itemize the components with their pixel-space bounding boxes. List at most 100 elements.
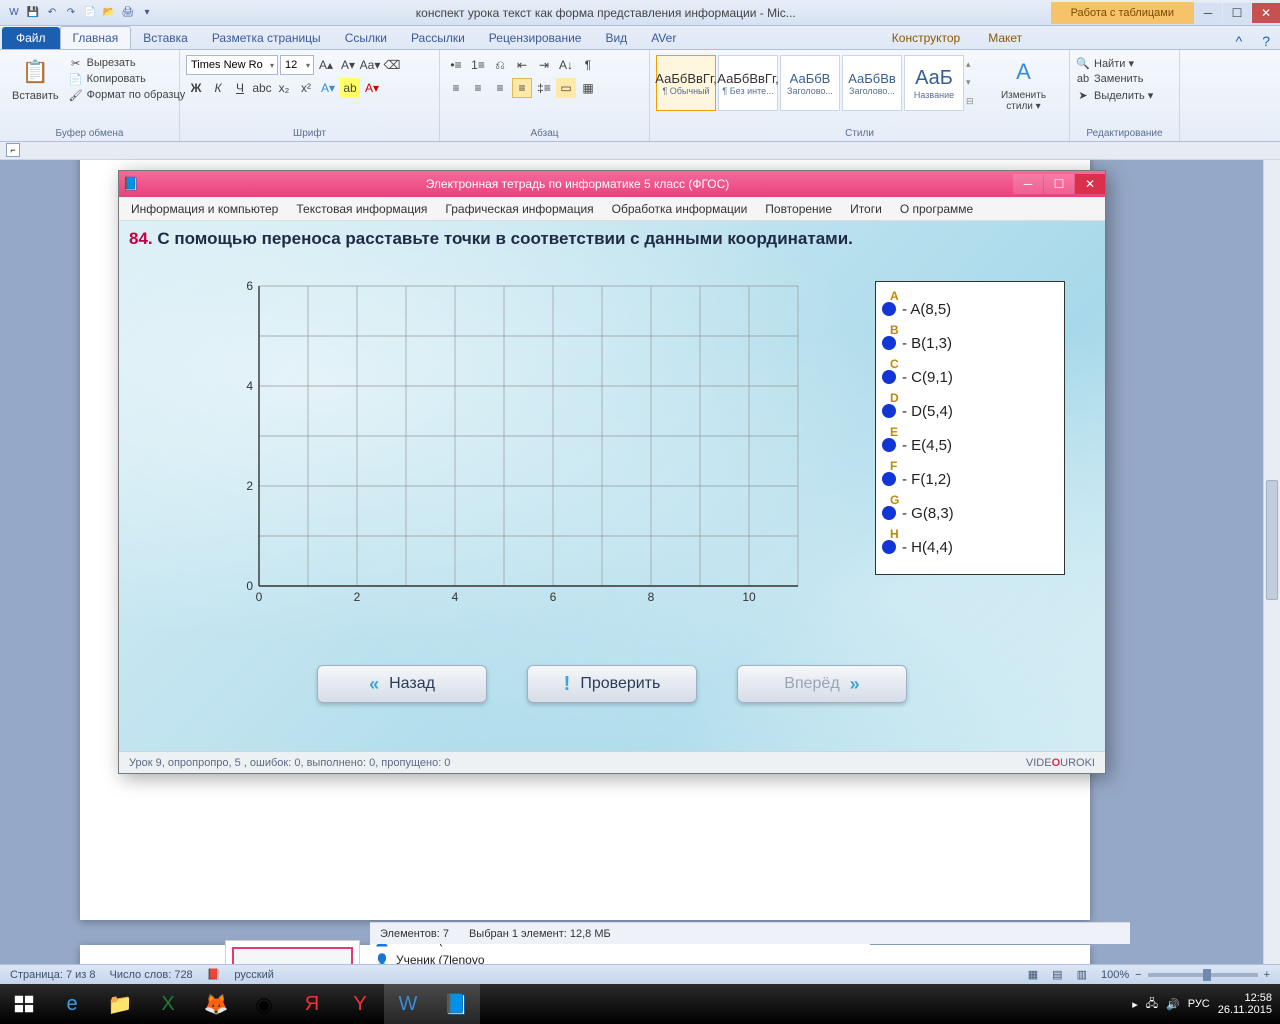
grow-font-icon[interactable]: A▴ (316, 55, 336, 75)
check-button[interactable]: !Проверить (527, 665, 697, 703)
taskbar-app[interactable]: 📘 (432, 984, 480, 1024)
format-painter-button[interactable]: 🖌Формат по образцу (69, 88, 186, 102)
copy-button[interactable]: 📄Копировать (69, 72, 186, 86)
selection-mode-icon[interactable]: ⌐ (6, 143, 20, 157)
taskbar-word[interactable]: W (384, 984, 432, 1024)
coordinate-grid[interactable]: 0246810 0246 (239, 276, 799, 606)
vertical-scrollbar[interactable] (1263, 160, 1280, 1004)
zoom-in-icon[interactable]: + (1264, 969, 1270, 981)
tab-view[interactable]: Вид (593, 27, 639, 49)
style-heading1[interactable]: АаБбВЗаголово... (780, 55, 840, 111)
underline-button[interactable]: Ч (230, 78, 250, 98)
app-maximize-button[interactable]: ☐ (1044, 174, 1074, 194)
styles-up-icon[interactable]: ▴ (966, 59, 980, 70)
open-icon[interactable]: 📂 (101, 5, 117, 21)
taskbar-firefox[interactable]: 🦊 (192, 984, 240, 1024)
font-color-icon[interactable]: A▾ (362, 78, 382, 98)
new-icon[interactable]: 📄 (82, 5, 98, 21)
app-menu-item[interactable]: Повторение (765, 202, 832, 216)
status-wordcount[interactable]: Число слов: 728 (110, 969, 193, 981)
replace-button[interactable]: abЗаменить (1076, 72, 1153, 86)
minimize-button[interactable]: ─ (1194, 3, 1222, 23)
justify-icon[interactable]: ≡ (512, 78, 532, 98)
file-tab[interactable]: Файл (2, 27, 60, 49)
indent-dec-icon[interactable]: ⇤ (512, 55, 532, 75)
tab-layout[interactable]: Разметка страницы (200, 27, 333, 49)
indent-inc-icon[interactable]: ⇥ (534, 55, 554, 75)
tab-insert[interactable]: Вставка (131, 27, 200, 49)
spell-icon[interactable]: 📕 (207, 968, 221, 981)
point-dot[interactable]: A (882, 302, 896, 316)
status-language[interactable]: русский (234, 969, 273, 981)
shrink-font-icon[interactable]: A▾ (338, 55, 358, 75)
forward-button[interactable]: Вперёд» (737, 665, 907, 703)
taskbar-chrome[interactable]: ◉ (240, 984, 288, 1024)
styles-down-icon[interactable]: ▾ (966, 77, 980, 88)
style-title[interactable]: АаБНазвание (904, 55, 964, 111)
zoom-pct[interactable]: 100% (1101, 969, 1129, 981)
tab-home[interactable]: Главная (60, 26, 132, 49)
cut-button[interactable]: ✂Вырезать (69, 56, 186, 70)
tray-flag-icon[interactable]: ▸ (1132, 998, 1138, 1011)
text-effects-icon[interactable]: A▾ (318, 78, 338, 98)
point-dot[interactable]: G (882, 506, 896, 520)
tab-mailings[interactable]: Рассылки (399, 27, 477, 49)
paste-button[interactable]: 📋 Вставить (6, 52, 65, 106)
tab-ctx-layout[interactable]: Макет (974, 27, 1036, 49)
borders-icon[interactable]: ▦ (578, 78, 598, 98)
view-read-icon[interactable]: ▤ (1052, 968, 1062, 981)
numbering-icon[interactable]: 1≡ (468, 55, 488, 75)
shading-icon[interactable]: ▭ (556, 78, 576, 98)
tab-ctx-design[interactable]: Конструктор (878, 27, 974, 49)
tray-clock[interactable]: 12:58 26.11.2015 (1218, 992, 1272, 1016)
app-menu-item[interactable]: Текстовая информация (296, 202, 427, 216)
strike-button[interactable]: abc (252, 78, 272, 98)
maximize-button[interactable]: ☐ (1223, 3, 1251, 23)
change-case-icon[interactable]: Aa▾ (360, 55, 380, 75)
taskbar-yandex2[interactable]: Y (336, 984, 384, 1024)
app-close-button[interactable]: ✕ (1075, 174, 1105, 194)
select-button[interactable]: ➤Выделить ▾ (1076, 88, 1153, 102)
style-normal[interactable]: АаБбВвГг,¶ Обычный (656, 55, 716, 111)
bullets-icon[interactable]: •≡ (446, 55, 466, 75)
point-dot[interactable]: E (882, 438, 896, 452)
superscript-button[interactable]: x² (296, 78, 316, 98)
style-nospacing[interactable]: АаБбВвГг,¶ Без инте... (718, 55, 778, 111)
bold-button[interactable]: Ж (186, 78, 206, 98)
find-button[interactable]: 🔍Найти ▾ (1076, 56, 1153, 70)
line-spacing-icon[interactable]: ‡≡ (534, 78, 554, 98)
ribbon-minimize-icon[interactable]: ^ (1226, 33, 1253, 49)
zoom-slider[interactable] (1148, 973, 1258, 977)
align-center-icon[interactable]: ≡ (468, 78, 488, 98)
clear-format-icon[interactable]: ⌫ (382, 55, 402, 75)
font-name-combo[interactable]: Times New Ro (186, 55, 278, 75)
app-menu-item[interactable]: Информация и компьютер (131, 202, 278, 216)
close-button[interactable]: ✕ (1252, 3, 1280, 23)
subscript-button[interactable]: x₂ (274, 78, 294, 98)
status-page[interactable]: Страница: 7 из 8 (10, 969, 96, 981)
tray-network-icon[interactable]: 🖧 (1146, 995, 1158, 1014)
multilevel-icon[interactable]: ⎌ (490, 55, 510, 75)
back-button[interactable]: «Назад (317, 665, 487, 703)
scrollbar-thumb[interactable] (1266, 480, 1278, 600)
zoom-out-icon[interactable]: − (1135, 969, 1141, 981)
align-left-icon[interactable]: ≡ (446, 78, 466, 98)
style-heading2[interactable]: АаБбВвЗаголово... (842, 55, 902, 111)
taskbar-excel[interactable]: X (144, 984, 192, 1024)
help-icon[interactable]: ? (1252, 33, 1280, 49)
sort-icon[interactable]: A↓ (556, 55, 576, 75)
app-menu-item[interactable]: Итоги (850, 202, 882, 216)
qat-more-icon[interactable]: ▾ (139, 5, 155, 21)
tray-lang[interactable]: РУС (1188, 998, 1210, 1010)
align-right-icon[interactable]: ≡ (490, 78, 510, 98)
view-print-icon[interactable]: ▦ (1028, 968, 1038, 981)
view-web-icon[interactable]: ▥ (1077, 968, 1087, 981)
highlight-icon[interactable]: ab (340, 78, 360, 98)
print-icon[interactable]: 🖨 (120, 5, 136, 21)
point-dot[interactable]: B (882, 336, 896, 350)
point-dot[interactable]: F (882, 472, 896, 486)
font-size-combo[interactable]: 12 (280, 55, 314, 75)
taskbar-ie[interactable]: e (48, 984, 96, 1024)
tab-review[interactable]: Рецензирование (477, 27, 594, 49)
app-minimize-button[interactable]: ─ (1013, 174, 1043, 194)
